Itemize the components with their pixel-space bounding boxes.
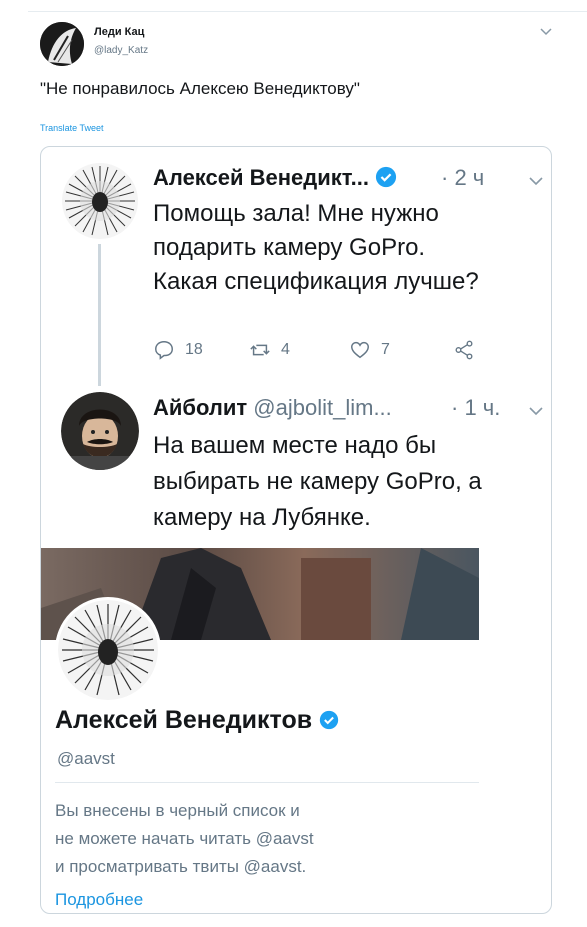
profile-name: Алексей Венедиктов bbox=[55, 706, 339, 735]
reply-icon bbox=[155, 341, 173, 360]
tweet2-author[interactable]: Айболит @ajbolit_lim... bbox=[153, 395, 392, 421]
top-divider bbox=[28, 0, 587, 12]
blocked-line: и просматривать твиты @aavst. bbox=[55, 857, 307, 876]
share-icon bbox=[455, 340, 473, 360]
blocked-line: Вы внесены в черный список и bbox=[55, 801, 300, 820]
chevron-down-icon[interactable] bbox=[529, 176, 543, 186]
author-name[interactable]: Леди Кац bbox=[94, 26, 144, 38]
tweet-text: "Не понравилось Алексею Венедиктову" bbox=[40, 79, 360, 98]
retweet-count: 4 bbox=[281, 341, 290, 358]
verified-badge-icon bbox=[376, 166, 397, 188]
tweet2-time[interactable]: · 1 ч. bbox=[451, 395, 500, 421]
tweet2-body: На вашем месте надо бы выбирать не камер… bbox=[153, 428, 482, 536]
blocked-message: Вы внесены в черный список и не можете н… bbox=[55, 797, 314, 881]
aibolit-avatar bbox=[61, 392, 139, 470]
profile-handle: @aavst bbox=[57, 749, 115, 768]
profile-divider bbox=[55, 782, 479, 783]
reply-button[interactable]: 18 bbox=[153, 338, 203, 362]
tweet2-line: На вашем месте надо бы bbox=[153, 432, 437, 459]
like-icon bbox=[351, 341, 369, 359]
like-count: 7 bbox=[381, 341, 390, 358]
tweet2-handle[interactable]: @ajbolit_lim... bbox=[253, 395, 392, 420]
tweet1-line: подарить камеру GoPro. bbox=[153, 234, 426, 261]
tweet1-time[interactable]: · 2 ч bbox=[441, 165, 484, 191]
retweet-button[interactable]: 4 bbox=[249, 338, 290, 362]
translate-tweet-link[interactable]: Translate Tweet bbox=[40, 123, 104, 133]
tweet1-author[interactable]: Алексей Венедикт... bbox=[153, 165, 397, 191]
learn-more-link[interactable]: Подробнее bbox=[55, 890, 143, 910]
venediktov-avatar bbox=[61, 162, 139, 240]
tweet1-actions: 18 4 7 bbox=[153, 338, 493, 362]
retweet-icon bbox=[250, 344, 270, 356]
blocked-line: не можете начать читать @aavst bbox=[55, 829, 314, 848]
share-button[interactable] bbox=[453, 338, 485, 362]
reply-count: 18 bbox=[185, 341, 203, 358]
chevron-down-icon[interactable] bbox=[539, 24, 553, 38]
tweet1-line: Помощь зала! Мне нужно bbox=[153, 200, 439, 227]
tweet2-line: камеру на Лубянке. bbox=[153, 504, 371, 531]
tweet1-body: Помощь зала! Мне нужно подарить камеру G… bbox=[153, 197, 479, 299]
chevron-down-icon[interactable] bbox=[529, 406, 543, 416]
verified-badge-icon bbox=[319, 710, 339, 730]
tweet1-line: Какая спецификация лучше? bbox=[153, 268, 479, 295]
tweet2-line: выбирать не камеру GoPro, а bbox=[153, 468, 482, 495]
profile-avatar bbox=[55, 597, 161, 703]
like-button[interactable]: 7 bbox=[349, 338, 390, 362]
embedded-screenshot[interactable]: Алексей Венедикт... · 2 ч Помощь зала! М… bbox=[40, 146, 552, 914]
thread-line bbox=[98, 244, 101, 386]
author-handle[interactable]: @lady_Katz bbox=[94, 45, 148, 56]
author-avatar[interactable] bbox=[40, 22, 84, 66]
